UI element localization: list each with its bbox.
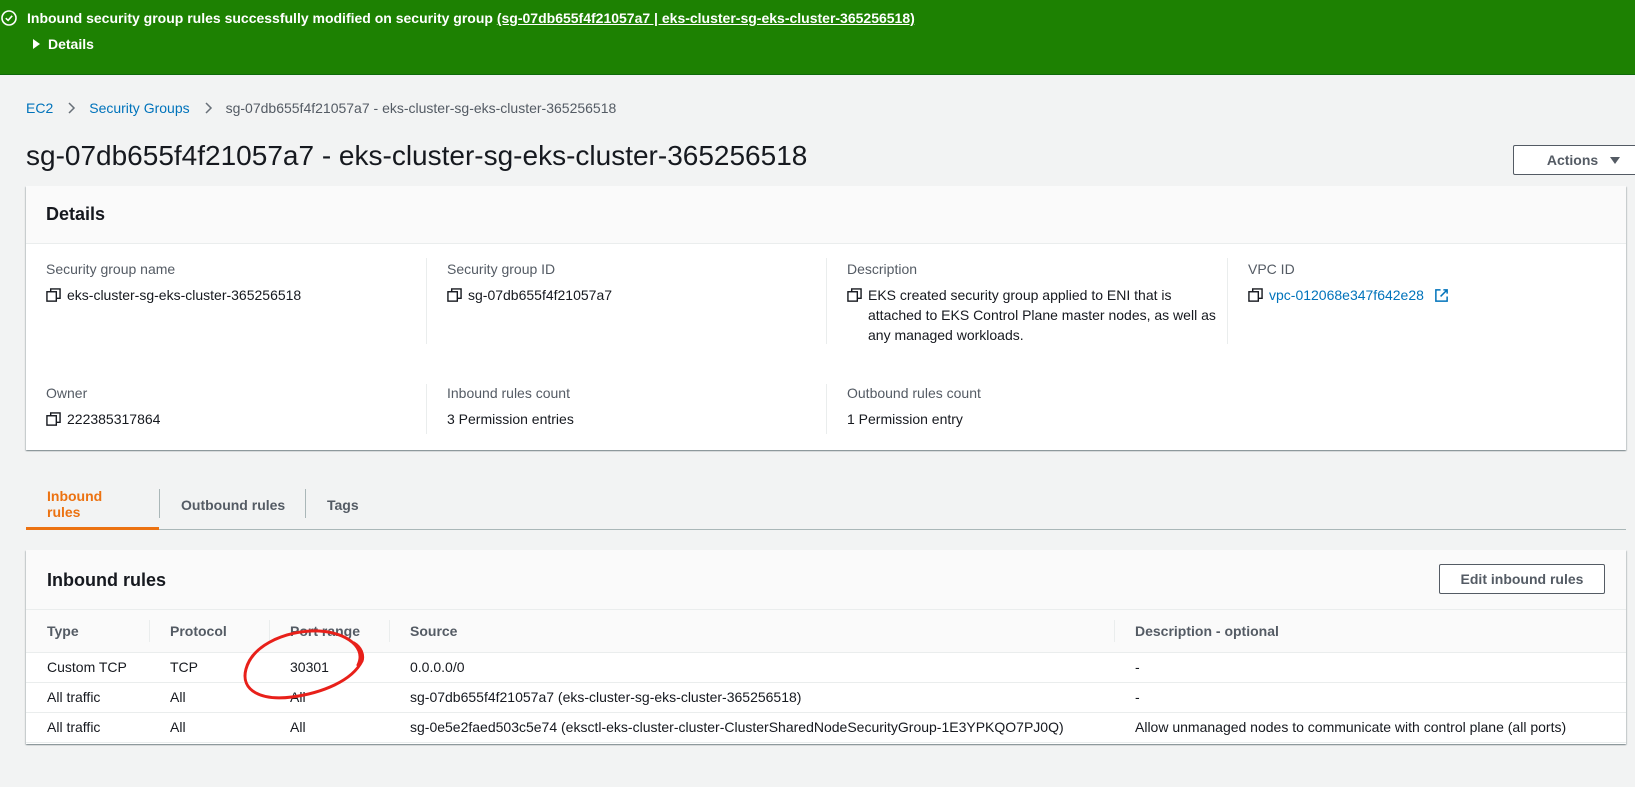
caret-right-icon	[33, 39, 40, 49]
sg-name-field: Security group name eks-cluster-sg-eks-c…	[46, 261, 301, 305]
cell-source: 0.0.0.0/0	[389, 651, 1114, 683]
tab-tags[interactable]: Tags	[306, 480, 380, 530]
details-panel: Details Security group name eks-cluster-…	[26, 186, 1626, 450]
owner-value: 222385317864	[67, 411, 161, 427]
cell-type: All traffic	[26, 712, 149, 743]
chevron-right-icon	[205, 102, 212, 114]
copy-icon[interactable]	[447, 288, 462, 303]
breadcrumb-ec2[interactable]: EC2	[26, 100, 53, 116]
sg-id-field: Security group ID sg-07db655f4f21057a7	[447, 261, 612, 305]
outbound-count-field: Outbound rules count 1 Permission entry	[847, 385, 981, 429]
tab-outbound-rules[interactable]: Outbound rules	[160, 480, 306, 530]
copy-icon[interactable]	[46, 412, 61, 427]
description-line: attached to EKS Control Plane master nod…	[868, 307, 1216, 323]
description-value: EKS created security group applied to EN…	[868, 285, 1216, 345]
sg-id-value: sg-07db655f4f21057a7	[468, 287, 613, 303]
success-check-icon	[1, 10, 17, 26]
column-divider	[1227, 258, 1228, 344]
inbound-rules-panel: Inbound rules Edit inbound rules Type Pr…	[26, 550, 1626, 744]
column-header-type[interactable]: Type	[26, 610, 149, 653]
sg-name-value: eks-cluster-sg-eks-cluster-365256518	[67, 287, 302, 303]
column-divider	[826, 384, 827, 434]
copy-icon[interactable]	[46, 288, 61, 303]
outbound-count-label: Outbound rules count	[847, 385, 981, 401]
actions-label: Actions	[1546, 152, 1599, 168]
flash-details-toggle[interactable]: Details	[33, 36, 94, 52]
details-header: Details	[26, 186, 1626, 244]
vpc-id-field: VPC ID vpc-012068e347f642e28	[1248, 261, 1449, 305]
cell-protocol: All	[149, 682, 269, 713]
cell-description: Allow unmanaged nodes to communicate wit…	[1114, 712, 1626, 743]
cell-description: -	[1114, 682, 1626, 713]
inbound-rules-table: Type Protocol Port range Source Descript…	[26, 610, 1626, 743]
column-header-port-range[interactable]: Port range	[269, 610, 389, 653]
breadcrumb: EC2 Security Groups sg-07db655f4f21057a7…	[26, 100, 616, 116]
description-line: any managed workloads.	[868, 327, 1024, 343]
table-header-row: Type Protocol Port range Source Descript…	[26, 610, 1626, 653]
cell-type: Custom TCP	[26, 651, 149, 683]
vpc-id-link[interactable]: vpc-012068e347f642e28	[1269, 285, 1424, 305]
flash-message: Inbound security group rules successfull…	[27, 10, 493, 26]
cell-port-range: All	[269, 682, 389, 713]
chevron-right-icon	[68, 102, 76, 114]
cell-port-range: All	[269, 712, 389, 743]
breadcrumb-current: sg-07db655f4f21057a7 - eks-cluster-sg-ek…	[225, 100, 617, 116]
column-header-source[interactable]: Source	[389, 610, 1114, 653]
edit-inbound-rules-button[interactable]: Edit inbound rules	[1439, 564, 1605, 594]
outbound-count-value: 1 Permission entry	[847, 411, 963, 427]
table-row: All traffic All All sg-0e5e2faed503c5e74…	[26, 712, 1626, 743]
cell-type: All traffic	[26, 682, 149, 713]
table-row: Custom TCP TCP 30301 0.0.0.0/0 -	[26, 651, 1626, 683]
sg-id-label: Security group ID	[447, 261, 556, 277]
owner-field: Owner 222385317864	[46, 385, 160, 429]
cell-source: sg-0e5e2faed503c5e74 (eksctl-eks-cluster…	[389, 712, 1114, 743]
caret-down-icon	[1610, 156, 1621, 164]
copy-icon[interactable]	[847, 288, 862, 303]
cell-port-range: 30301	[269, 651, 389, 683]
table-row: All traffic All All sg-07db655f4f21057a7…	[26, 682, 1626, 713]
inbound-count-field: Inbound rules count 3 Permission entries	[447, 385, 574, 429]
flash-message-row: Inbound security group rules successfull…	[0, 10, 915, 26]
description-label: Description	[847, 261, 918, 277]
inbound-count-value: 3 Permission entries	[447, 411, 574, 427]
cell-protocol: All	[149, 712, 269, 743]
copy-icon[interactable]	[1248, 288, 1263, 303]
inbound-count-label: Inbound rules count	[447, 385, 570, 401]
vpc-id-label: VPC ID	[1248, 261, 1295, 277]
owner-label: Owner	[46, 385, 88, 401]
cell-source: sg-07db655f4f21057a7 (eks-cluster-sg-eks…	[389, 682, 1114, 713]
flash-details-label: Details	[48, 36, 94, 52]
external-link-icon	[1435, 289, 1448, 302]
column-header-protocol[interactable]: Protocol	[149, 610, 269, 653]
inbound-rules-header: Inbound rules Edit inbound rules	[26, 550, 1626, 610]
page-title: sg-07db655f4f21057a7 - eks-cluster-sg-ek…	[26, 140, 808, 171]
tab-bar: Inbound rules Outbound rules Tags	[26, 480, 1626, 530]
column-divider	[426, 384, 427, 434]
description-line: EKS created security group applied to EN…	[868, 287, 1172, 303]
tab-inbound-rules[interactable]: Inbound rules	[26, 480, 159, 530]
breadcrumb-security-groups[interactable]: Security Groups	[89, 100, 189, 116]
sg-name-label: Security group name	[46, 261, 176, 277]
flash-security-group-link[interactable]: (sg-07db655f4f21057a7 | eks-cluster-sg-e…	[497, 10, 915, 26]
cell-protocol: TCP	[149, 651, 269, 683]
success-flash-banner: Inbound security group rules successfull…	[0, 0, 1635, 75]
inbound-rules-title: Inbound rules	[47, 570, 166, 590]
column-divider	[826, 258, 827, 344]
column-divider	[426, 258, 427, 344]
description-field: Description EKS created security group a…	[847, 261, 1216, 345]
column-header-description[interactable]: Description - optional	[1114, 610, 1626, 653]
actions-button[interactable]: Actions	[1513, 145, 1635, 175]
cell-description: -	[1114, 651, 1626, 683]
